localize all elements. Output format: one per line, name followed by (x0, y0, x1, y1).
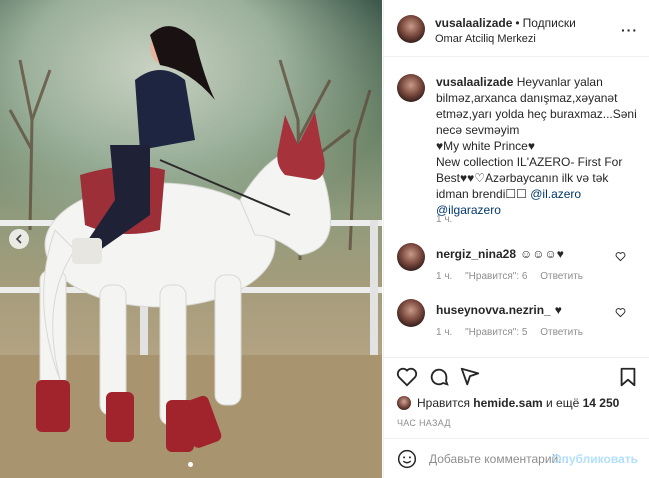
post-side-panel: vusalaalizade • Подписки Omar Atciliq Merk… (383, 0, 649, 478)
likes-middle: и ещё (546, 396, 580, 410)
liker-username[interactable]: hemide.sam (473, 396, 542, 410)
separator-dot: • (515, 16, 520, 30)
comment-meta: 1 ч. "Нравится": 5 Ответить (436, 327, 593, 338)
commenter-username[interactable]: huseynovva.nezrin_ (436, 303, 551, 317)
author-avatar[interactable] (397, 15, 425, 43)
caption-text: vusalaalizade Heyvanlar yalan bilməz,arx… (436, 74, 642, 218)
chevron-left-icon (15, 234, 22, 244)
caption-mention-link-1[interactable]: @il.azero (530, 187, 581, 201)
reply-button[interactable]: Ответить (540, 327, 583, 338)
comment-item: huseynovva.nezrin_ ♥ 1 ч. "Нравится": 5 О… (384, 299, 649, 349)
carousel-dot (188, 462, 193, 467)
caption-username[interactable]: vusalaalizade (436, 75, 513, 89)
comment-bubble-icon[interactable] (428, 366, 450, 388)
previous-photo-button[interactable] (9, 229, 29, 249)
post-header: vusalaalizade • Подписки Omar Atciliq Merk… (384, 0, 649, 57)
photo-scene (0, 26, 382, 478)
more-options-icon[interactable]: ··· (621, 22, 638, 38)
comment-time[interactable]: 1 ч. (436, 271, 452, 282)
likes-count[interactable]: 14 250 (583, 396, 620, 410)
comment-likes[interactable]: "Нравится": 6 (465, 271, 527, 282)
comment-body: ♥ (554, 303, 562, 317)
like-heart-icon[interactable] (396, 366, 418, 388)
author-username[interactable]: vusalaalizade (435, 16, 512, 30)
heart-icon[interactable] (615, 307, 626, 318)
commenter-avatar[interactable] (397, 299, 425, 327)
comment-time[interactable]: 1 ч. (436, 327, 452, 338)
emoji-icon[interactable] (397, 449, 417, 469)
reply-button[interactable]: Ответить (540, 271, 583, 282)
likes-summary: Нравится hemide.sam и ещё 14 250 (397, 396, 619, 410)
follow-status-button[interactable]: Подписки (523, 16, 576, 30)
comment-text: huseynovva.nezrin_ ♥ (436, 303, 562, 317)
bookmark-icon[interactable] (617, 366, 639, 388)
comment-input[interactable]: Добавьте комментарий... (429, 452, 568, 466)
comment-composer: Добавьте комментарий... Опубликовать (384, 438, 649, 478)
heart-icon[interactable] (615, 251, 626, 262)
comment-likes[interactable]: "Нравится": 5 (465, 327, 527, 338)
author-line: vusalaalizade • Подписки (435, 16, 576, 30)
post-location[interactable]: Omar Atciliq Merkezi (435, 33, 536, 45)
commenter-avatar[interactable] (397, 243, 425, 271)
post-photo[interactable] (0, 0, 382, 478)
caption-line-2: ♥My white Prince♥ (436, 139, 535, 153)
caption-timestamp[interactable]: 1 ч. (436, 214, 452, 225)
comment-body: ☺☺☺♥ (520, 247, 564, 261)
publish-button[interactable]: Опубликовать (552, 452, 638, 466)
comment-meta: 1 ч. "Нравится": 6 Ответить (436, 271, 593, 282)
caption-avatar[interactable] (397, 74, 425, 102)
post-timestamp[interactable]: ЧАС НАЗАД (397, 418, 451, 428)
share-send-icon[interactable] (459, 366, 481, 388)
comment-text: nergiz_nina28 ☺☺☺♥ (436, 247, 564, 261)
comment-item: nergiz_nina28 ☺☺☺♥ 1 ч. "Нравится": 6 Отв… (384, 243, 649, 293)
commenter-username[interactable]: nergiz_nina28 (436, 247, 516, 261)
liker-avatar[interactable] (397, 396, 411, 410)
likes-prefix: Нравится (417, 396, 470, 410)
